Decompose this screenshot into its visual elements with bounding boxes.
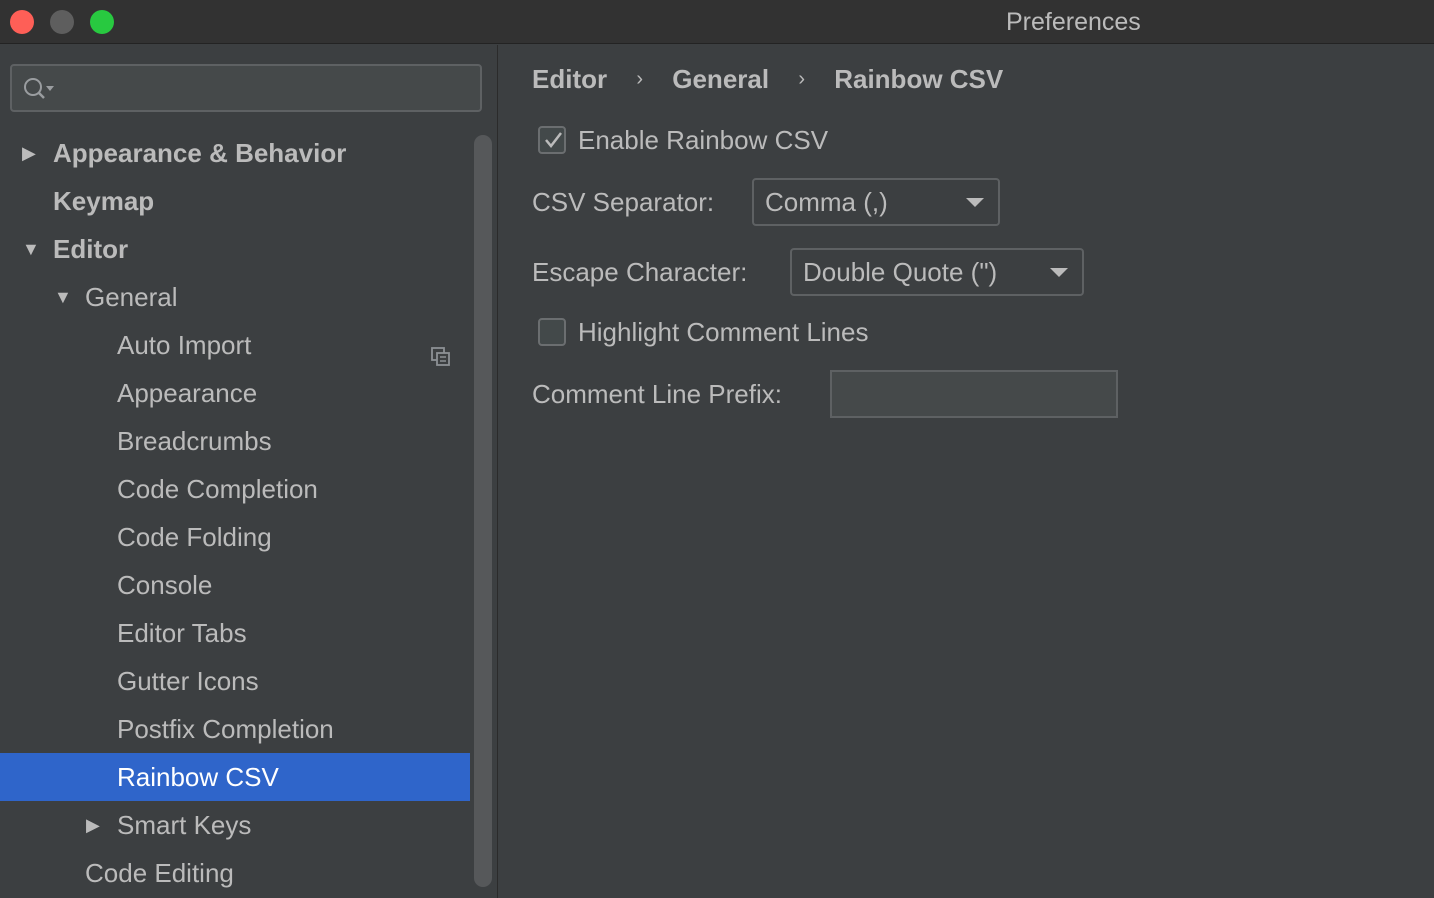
minimize-window-button[interactable] xyxy=(50,10,74,34)
checkmark-icon xyxy=(545,132,562,148)
tree-item-keymap[interactable]: Keymap xyxy=(0,177,470,225)
highlight-comment-lines-checkbox[interactable] xyxy=(538,318,566,346)
tree-item-smart-keys[interactable]: ▶ Smart Keys xyxy=(0,801,470,849)
tree-item-general[interactable]: ▼ General xyxy=(0,273,470,321)
tree-item-appearance[interactable]: Appearance xyxy=(0,369,470,417)
csv-separator-value: Comma (,) xyxy=(765,187,888,217)
breadcrumb-item-rainbow-csv: Rainbow CSV xyxy=(834,63,1004,94)
tree-item-auto-import[interactable]: Auto Import xyxy=(0,321,470,369)
chevron-right-icon: › xyxy=(798,67,805,90)
settings-panel: Editor › General › Rainbow CSV Enable Ra… xyxy=(499,45,1434,898)
tree-item-gutter-icons[interactable]: Gutter Icons xyxy=(0,657,470,705)
collapse-arrow-icon[interactable]: ▼ xyxy=(22,225,42,273)
escape-character-dropdown[interactable]: Double Quote (") xyxy=(790,248,1084,296)
enable-rainbow-csv-checkbox[interactable] xyxy=(538,126,566,154)
tree-item-code-folding[interactable]: Code Folding xyxy=(0,513,470,561)
breadcrumb: Editor › General › Rainbow CSV xyxy=(532,62,1003,95)
csv-separator-dropdown[interactable]: Comma (,) xyxy=(752,178,1000,226)
chevron-down-icon xyxy=(1050,268,1068,277)
tree-item-code-completion[interactable]: Code Completion xyxy=(0,465,470,513)
tree-item-rainbow-csv[interactable]: Rainbow CSV xyxy=(0,753,470,801)
maximize-window-button[interactable] xyxy=(90,10,114,34)
settings-search-input[interactable] xyxy=(10,64,482,112)
highlight-comment-lines-label[interactable]: Highlight Comment Lines xyxy=(578,317,868,348)
chevron-down-icon xyxy=(966,198,984,207)
search-icon xyxy=(22,75,58,103)
tree-item-editor-tabs[interactable]: Editor Tabs xyxy=(0,609,470,657)
breadcrumb-item-editor[interactable]: Editor xyxy=(532,64,607,95)
tree-item-appearance-behavior[interactable]: ▶ Appearance & Behavior xyxy=(0,129,470,177)
escape-character-value: Double Quote (") xyxy=(803,257,998,287)
csv-separator-label: CSV Separator: xyxy=(532,187,715,217)
close-window-button[interactable] xyxy=(10,10,34,34)
expand-arrow-icon[interactable]: ▶ xyxy=(22,129,42,177)
tree-item-breadcrumbs[interactable]: Breadcrumbs xyxy=(0,417,470,465)
comment-line-prefix-label: Comment Line Prefix: xyxy=(532,379,782,409)
tree-item-code-editing[interactable]: Code Editing xyxy=(0,849,470,897)
window-title: Preferences xyxy=(1006,8,1141,36)
settings-sidebar: ▶ Appearance & Behavior Keymap ▼ Editor … xyxy=(0,45,498,898)
project-settings-icon xyxy=(430,335,452,366)
tree-item-editor[interactable]: ▼ Editor xyxy=(0,225,470,273)
comment-line-prefix-input[interactable] xyxy=(830,370,1118,418)
breadcrumb-item-general[interactable]: General xyxy=(672,64,769,95)
tree-item-console[interactable]: Console xyxy=(0,561,470,609)
expand-arrow-icon[interactable]: ▶ xyxy=(86,801,106,849)
tree-item-postfix-completion[interactable]: Postfix Completion xyxy=(0,705,470,753)
enable-rainbow-csv-label[interactable]: Enable Rainbow CSV xyxy=(578,125,828,156)
collapse-arrow-icon[interactable]: ▼ xyxy=(54,273,74,321)
title-bar: Preferences xyxy=(0,0,1434,44)
sidebar-scrollbar[interactable] xyxy=(474,135,492,887)
escape-character-label: Escape Character: xyxy=(532,257,748,287)
chevron-right-icon: › xyxy=(636,67,644,90)
